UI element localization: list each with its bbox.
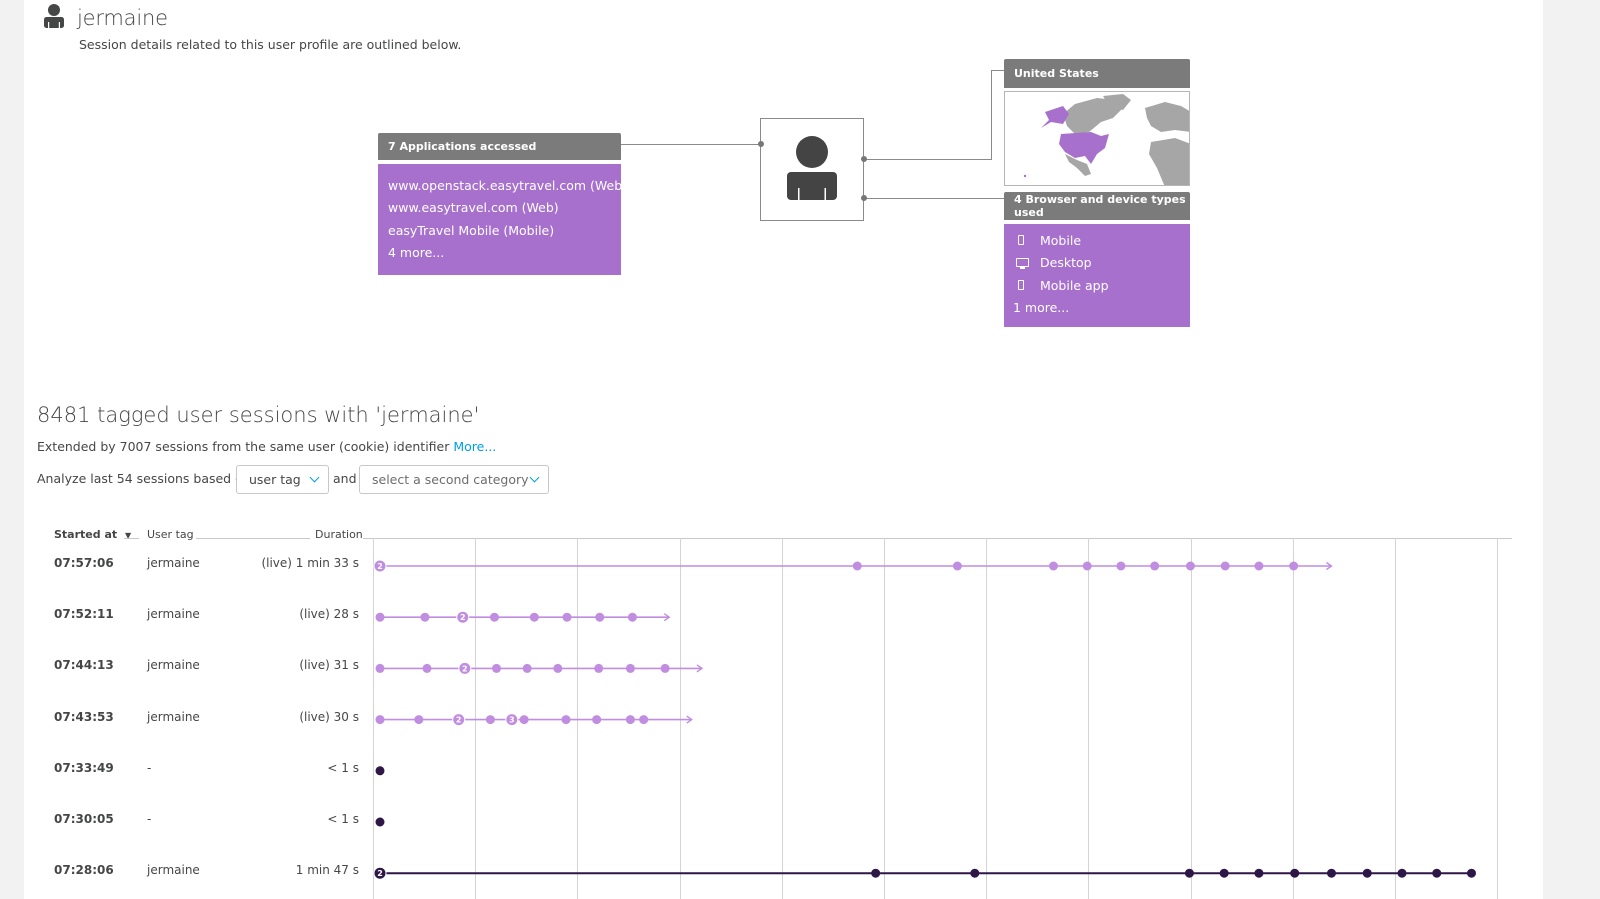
connector-port (861, 195, 867, 201)
grid-line (680, 538, 681, 899)
user-tag-cell: jermaine (147, 658, 200, 673)
started-at-cell[interactable]: 07:57:06 (54, 556, 114, 570)
grid-line (1395, 538, 1396, 899)
grid-line (1088, 538, 1089, 899)
connector-port (861, 156, 867, 162)
column-started-at-label: Started at (54, 528, 118, 541)
device-item[interactable]: Desktop (1040, 255, 1092, 270)
devices-more-link[interactable]: 1 more... (1013, 300, 1069, 315)
started-at-cell[interactable]: 07:52:11 (54, 607, 114, 621)
column-duration[interactable]: Duration (315, 528, 363, 541)
user-icon (44, 4, 64, 28)
second-category-dropdown[interactable]: select a second category (359, 465, 549, 494)
chevron-down-icon (529, 472, 540, 483)
devices-header[interactable]: 4 Browser and device types used (1004, 192, 1190, 220)
timeline-axis (363, 538, 1512, 539)
grid-line (1191, 538, 1192, 899)
desktop-icon (1016, 258, 1029, 267)
application-item[interactable]: www.openstack.easytravel.com (Web) (388, 178, 627, 193)
applications-list[interactable]: www.openstack.easytravel.com (Web) www.e… (378, 164, 627, 275)
user-icon (787, 136, 837, 200)
column-started-at[interactable]: Started at ▼ (54, 528, 131, 541)
and-label: and (333, 471, 357, 486)
duration-cell: (live) 31 s (299, 658, 359, 673)
extended-sessions-text: Extended by 7007 sessions from the same … (37, 439, 496, 454)
grid-line (373, 538, 374, 899)
header-divider (124, 538, 139, 539)
desktop-stand (1020, 267, 1025, 269)
started-at-cell[interactable]: 07:28:06 (54, 863, 114, 877)
applications-header[interactable]: 7 Applications accessed (378, 133, 621, 160)
user-tag-cell: jermaine (147, 556, 200, 570)
location-header[interactable]: United States (1004, 59, 1190, 88)
extended-label: Extended by 7007 sessions from the same … (37, 439, 450, 454)
grid-line (986, 538, 987, 899)
duration-cell: (live) 1 min 33 s (261, 556, 359, 570)
grid-line (884, 538, 885, 899)
devices-list[interactable]: Mobile Desktop Mobile app 1 more... (1004, 224, 1190, 327)
duration-cell: (live) 30 s (299, 709, 359, 724)
started-at-cell[interactable]: 07:43:53 (54, 710, 114, 724)
started-at-cell[interactable]: 07:44:13 (54, 658, 114, 672)
page-title: jermaine (77, 6, 168, 30)
connector-line (621, 144, 761, 145)
category-dropdown[interactable]: user tag (236, 465, 329, 494)
duration-cell: (live) 28 s (299, 607, 359, 622)
grid-line (1497, 538, 1498, 899)
device-item[interactable]: Mobile (1040, 233, 1081, 248)
mobile-icon (1018, 235, 1024, 245)
mobile-icon (1018, 280, 1024, 290)
user-tag-cell: jermaine (147, 709, 200, 724)
duration-cell: 1 min 47 s (295, 863, 359, 878)
connector-port (758, 141, 764, 147)
user-tag-cell: jermaine (147, 607, 200, 622)
application-item[interactable]: easyTravel Mobile (Mobile) (388, 223, 554, 238)
grid-line (782, 538, 783, 899)
world-map[interactable] (1004, 91, 1190, 186)
connector-line (991, 70, 1004, 71)
grid-line (1293, 538, 1294, 899)
chevron-down-icon (309, 472, 320, 483)
applications-more-link[interactable]: 4 more... (388, 245, 444, 260)
grid-line (475, 538, 476, 899)
user-tag-cell: - (147, 812, 152, 826)
header-divider (196, 538, 310, 539)
second-category-placeholder: select a second category (372, 472, 529, 487)
device-item[interactable]: Mobile app (1040, 278, 1109, 293)
user-tag-cell: jermaine (147, 863, 200, 878)
category-dropdown-value: user tag (249, 472, 301, 487)
grid-line (577, 538, 578, 899)
connector-line (864, 159, 991, 160)
connector-line (864, 198, 1004, 199)
user-node[interactable] (760, 118, 864, 221)
column-user-tag[interactable]: User tag (147, 528, 194, 541)
application-item[interactable]: www.easytravel.com (Web) (388, 200, 559, 215)
duration-cell: < 1 s (327, 760, 359, 775)
user-tag-cell: - (147, 760, 152, 775)
page-subtitle: Session details related to this user pro… (79, 37, 462, 52)
started-at-cell[interactable]: 07:33:49 (54, 761, 114, 775)
duration-cell: < 1 s (327, 812, 359, 826)
started-at-cell[interactable]: 07:30:05 (54, 812, 114, 826)
analyze-label: Analyze last 54 sessions based on (37, 471, 251, 486)
connector-line (991, 70, 992, 160)
world-map-icon (1023, 94, 1189, 185)
sessions-title: 8481 tagged user sessions with 'jermaine… (37, 403, 480, 427)
more-link[interactable]: More... (453, 439, 496, 454)
